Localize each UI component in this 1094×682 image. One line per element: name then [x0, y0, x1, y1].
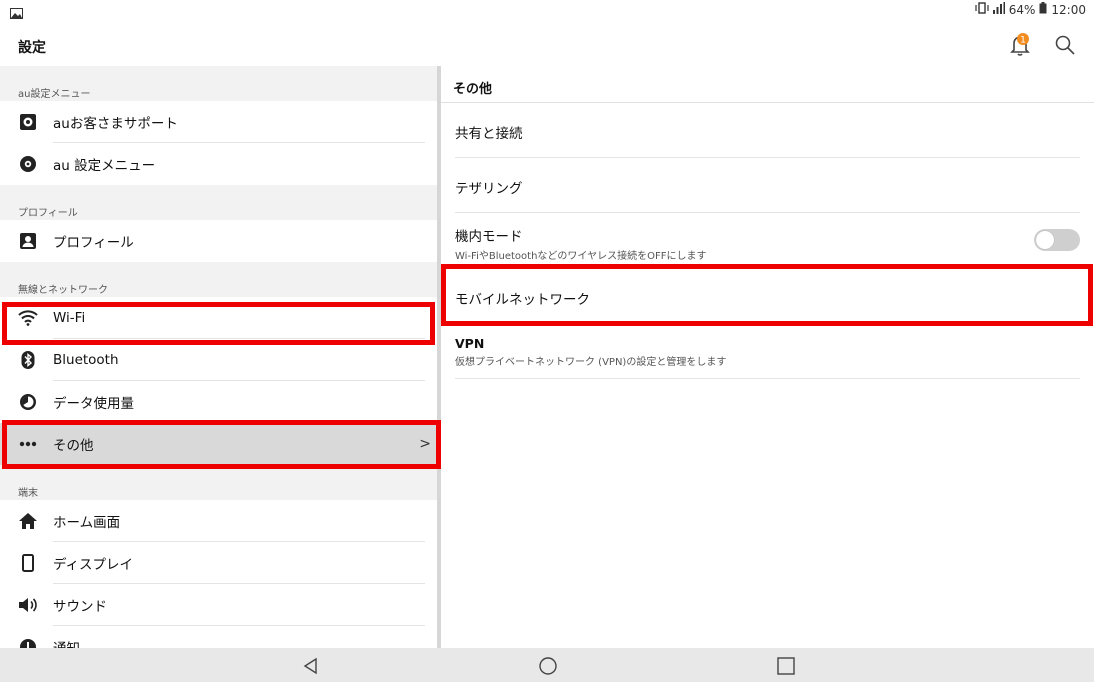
menu-item-label: ディスプレイ — [53, 557, 134, 573]
vibrate-icon — [975, 2, 989, 17]
menu-item-notifications[interactable]: 通知 — [0, 626, 437, 648]
item-tethering[interactable]: テザリング — [455, 158, 1080, 213]
bluetooth-icon — [18, 350, 38, 370]
item-label: 共有と接続 — [455, 126, 523, 142]
menu-item-data-usage[interactable]: データ使用量 — [0, 381, 437, 423]
battery-percent: 64% — [1008, 2, 1036, 17]
status-bar: 64% 12:00 — [0, 0, 1094, 20]
menu-item-home-screen[interactable]: ホーム画面 — [0, 500, 437, 542]
section-header-au: au設定メニュー — [0, 66, 437, 101]
battery-icon — [1039, 2, 1047, 17]
menu-item-au-support[interactable]: auお客さまサポート — [0, 101, 437, 143]
more-icon — [18, 434, 38, 454]
item-airplane-mode[interactable]: 機内モード Wi-FiやBluetoothなどのワイヤレス接続をOFFにします — [455, 213, 1080, 267]
menu-item-label: ホーム画面 — [53, 515, 121, 531]
menu-item-label: 通知 — [53, 637, 80, 648]
detail-title: その他 — [453, 82, 493, 97]
item-mobile-network[interactable]: モバイルネットワーク — [455, 267, 1080, 325]
notification-bell-icon[interactable]: 1 — [1008, 32, 1034, 58]
item-label: テザリング — [455, 181, 523, 197]
au-settings-icon — [18, 154, 38, 174]
home-icon — [18, 511, 38, 531]
divider — [455, 378, 1080, 379]
menu-item-label: au 設定メニュー — [53, 158, 156, 174]
page-title: 設定 — [18, 40, 46, 56]
profile-icon — [18, 231, 38, 251]
section-header-wireless: 無線とネットワーク — [0, 262, 437, 297]
menu-item-au-settings[interactable]: au 設定メニュー — [0, 143, 437, 185]
item-description: 仮想プライベートネットワーク (VPN)の設定と管理をします — [455, 357, 727, 368]
menu-item-sound[interactable]: サウンド — [0, 584, 437, 626]
notification-badge: 1 — [1020, 36, 1026, 46]
menu-item-label: プロフィール — [53, 235, 134, 251]
recents-icon[interactable] — [776, 656, 796, 676]
menu-item-label: データ使用量 — [53, 396, 134, 412]
back-icon[interactable] — [301, 656, 321, 676]
item-label: モバイルネットワーク — [455, 292, 590, 308]
search-icon[interactable] — [1054, 34, 1076, 56]
sound-icon — [18, 595, 38, 615]
home-circle-icon[interactable] — [538, 656, 558, 676]
menu-item-bluetooth[interactable]: Bluetooth — [0, 339, 437, 381]
menu-item-wifi[interactable]: Wi-Fi — [0, 297, 437, 339]
item-vpn[interactable]: VPN 仮想プライベートネットワーク (VPN)の設定と管理をします — [455, 325, 1080, 379]
menu-item-label: その他 — [53, 438, 94, 454]
toggle-knob — [1036, 231, 1054, 249]
menu-item-label: Bluetooth — [53, 352, 119, 368]
menu-item-display[interactable]: ディスプレイ — [0, 542, 437, 584]
signal-icon — [992, 2, 1005, 17]
wifi-icon — [18, 308, 38, 328]
menu-item-label: Wi-Fi — [53, 310, 86, 326]
display-icon — [18, 553, 38, 573]
item-label: VPN — [455, 336, 485, 351]
navigation-bar — [0, 648, 1094, 682]
section-header-device: 端末 — [0, 465, 437, 500]
menu-item-label: サウンド — [53, 599, 107, 615]
section-header-profile: プロフィール — [0, 185, 437, 220]
app-bar: 設定 1 — [0, 20, 1094, 66]
settings-menu[interactable]: au設定メニュー auお客さまサポート au 設定メニュー プロフィール プロフ… — [0, 66, 437, 648]
chevron-right-icon: > — [419, 436, 431, 452]
menu-item-label: auお客さまサポート — [53, 116, 178, 132]
data-usage-icon — [18, 392, 38, 412]
menu-item-more[interactable]: その他 > — [0, 423, 437, 465]
notification-icon — [18, 637, 38, 648]
airplane-mode-toggle[interactable] — [1034, 229, 1080, 251]
item-description: Wi-FiやBluetoothなどのワイヤレス接続をOFFにします — [455, 251, 707, 262]
au-support-icon — [18, 112, 38, 132]
clock: 12:00 — [1051, 2, 1086, 17]
item-label: 機内モード — [455, 229, 523, 245]
detail-panel: その他 共有と接続 テザリング 機内モード Wi-FiやBluetoothなどの… — [441, 66, 1094, 648]
menu-item-profile[interactable]: プロフィール — [0, 220, 437, 262]
item-share-connect[interactable]: 共有と接続 — [455, 103, 1080, 158]
